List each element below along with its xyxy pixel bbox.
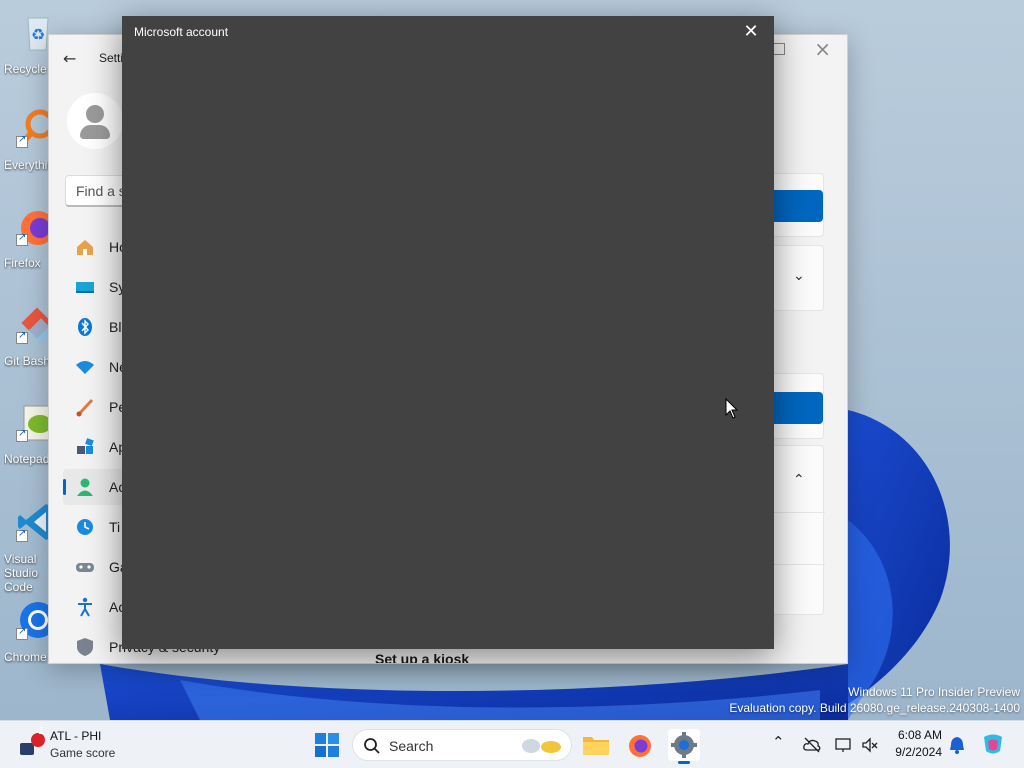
search-highlight-icon: [522, 739, 561, 753]
taskbar-clock[interactable]: 6:08 AM 9/2/2024: [882, 727, 942, 761]
widget-title: ATL - PHI: [50, 729, 102, 743]
watermark-line: Windows 11 Pro Insider Preview: [848, 685, 1020, 699]
taskbar-firefox[interactable]: [624, 729, 656, 761]
avatar: [67, 93, 123, 149]
taskbar: 1 ATL - PHI Game score Search ⌃ 6:08 AM …: [0, 720, 1024, 768]
back-arrow-icon[interactable]: ←: [63, 49, 76, 68]
search-label: Search: [389, 738, 434, 754]
maximize-icon[interactable]: [773, 43, 785, 55]
system-icon: [76, 282, 94, 293]
clock-time: 6:08 AM: [897, 728, 942, 742]
svg-text:♻: ♻: [31, 25, 45, 44]
divider: [765, 564, 825, 565]
start-button[interactable]: [311, 729, 343, 761]
folder-icon: [583, 737, 609, 755]
widget-subtitle: Game score: [50, 746, 116, 760]
shield-icon: [77, 638, 93, 656]
apps-icon: [77, 438, 94, 454]
notification-badge: 1: [38, 726, 44, 737]
shortcut-arrow-icon: [16, 330, 28, 344]
network-icon[interactable]: [834, 735, 854, 755]
weather-widget[interactable]: 1 ATL - PHI Game score: [10, 721, 130, 768]
wifi-icon: [76, 361, 94, 374]
gamepad-icon: [76, 563, 94, 572]
microsoft-account-dialog: Microsoft account ✕: [122, 16, 774, 649]
volume-muted-icon[interactable]: [860, 735, 880, 755]
dialog-title: Microsoft account: [134, 25, 229, 39]
dialog-close-icon[interactable]: ✕: [738, 20, 764, 46]
windows-logo-icon: [315, 733, 339, 757]
watermark-line: Evaluation copy. Build 26080.ge_release.…: [729, 701, 1020, 715]
taskbar-settings[interactable]: [668, 729, 700, 764]
chevron-down-icon[interactable]: ⌄: [793, 268, 805, 284]
clock-date: 9/2/2024: [895, 745, 942, 759]
accounts-icon: [77, 478, 93, 496]
firefox-icon: [629, 735, 651, 757]
notification-bell-icon[interactable]: [948, 735, 966, 755]
user-head-shape: [86, 105, 104, 123]
shortcut-arrow-icon: [16, 428, 28, 442]
settings-title: Setti: [99, 51, 124, 65]
taskbar-file-explorer[interactable]: [580, 729, 612, 761]
chevron-up-icon[interactable]: ⌃: [793, 472, 805, 488]
mouse-cursor-icon: [725, 398, 739, 419]
shortcut-arrow-icon: [16, 528, 28, 542]
home-icon: [77, 240, 93, 255]
sidebar-item-label: Bl: [109, 319, 122, 335]
shortcut-arrow-icon: [16, 232, 28, 246]
taskbar-search-box[interactable]: Search: [352, 729, 572, 761]
kiosk-section-title: Set up a kiosk: [375, 651, 470, 664]
window-close-icon[interactable]: ×: [814, 37, 831, 61]
divider: [765, 512, 825, 513]
copilot-icon[interactable]: [980, 731, 1006, 757]
bluetooth-icon: [78, 318, 92, 336]
cloud-offline-icon[interactable]: [802, 735, 822, 755]
brush-icon: [76, 398, 94, 417]
shortcut-arrow-icon: [16, 626, 28, 640]
time-icon: [77, 519, 93, 535]
search-placeholder: Find a s: [76, 183, 126, 199]
search-icon: [364, 738, 380, 754]
sidebar-item-label: Ti: [109, 519, 121, 535]
accessibility-icon: [78, 597, 92, 617]
shortcut-arrow-icon: [16, 134, 28, 148]
user-body-shape: [80, 125, 110, 139]
gear-icon: [671, 732, 697, 758]
chevron-up-icon[interactable]: ⌃: [772, 733, 785, 751]
